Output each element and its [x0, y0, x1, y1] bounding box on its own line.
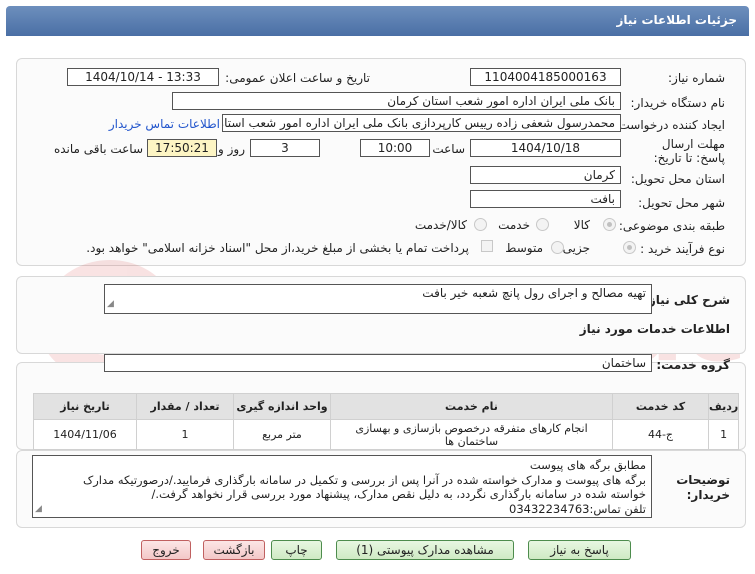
buyer-notes-label: توضیحات خریدار: [676, 473, 730, 502]
notes-line: تلفن تماس:03432234763 [509, 501, 646, 516]
purchase-radio-minor[interactable] [623, 241, 636, 254]
province-label: استان محل تحویل: [630, 172, 725, 186]
days-remaining-field[interactable]: 3 [250, 139, 320, 157]
col-service-name: نام خدمت [330, 393, 613, 420]
cell-row-number: 1 [707, 419, 740, 450]
cell-need-date: 1404/11/06 [33, 419, 137, 450]
city-label: شهر محل تحویل: [638, 196, 725, 210]
notes-line: برگه های پیوست و مدارک خواسته شده در آنر… [82, 472, 646, 487]
creator-label: ایجاد کننده درخواست: [614, 118, 725, 132]
treasury-note: پرداخت تمام یا بخشی از مبلغ خرید،از محل … [86, 241, 469, 255]
buyer-field[interactable]: بانک ملی ایران اداره امور شعب استان کرما… [172, 92, 621, 110]
service-group-label: گروه خدمت: [656, 358, 730, 372]
announce-datetime-field[interactable]: 1404/10/14 - 13:33 [67, 68, 219, 86]
view-attachments-button[interactable]: مشاهده مدارک پیوستی (1) [336, 540, 514, 560]
col-quantity: تعداد / مقدار [136, 393, 234, 420]
purchase-option-medium: متوسط [505, 241, 543, 255]
remaining-time-label: ساعت باقی مانده [53, 142, 143, 156]
cell-service-name: انجام کارهای متفرقه درخصوص بازسازی و بهس… [330, 419, 613, 450]
creator-field[interactable]: محمدرسول شعفی زاده رییس کارپردازی بانک م… [222, 114, 621, 132]
category-option-service: خدمت [498, 218, 530, 232]
back-button[interactable]: بازگشت [203, 540, 265, 560]
print-button[interactable]: چاپ [271, 540, 322, 560]
need-number-label: شماره نیاز: [668, 71, 725, 85]
respond-button[interactable]: پاسخ به نیاز [528, 540, 631, 560]
table-header-row: تاریخ نیاز تعداد / مقدار واحد اندازه گیر… [33, 393, 740, 420]
deadline-time-label: ساعت [432, 142, 465, 156]
province-field[interactable]: کرمان [470, 166, 621, 184]
deadline-label: مهلت ارسال پاسخ: تا تاریخ: [653, 137, 725, 165]
notes-line: مطابق برگه های پیوست [529, 458, 646, 472]
title-bar: جزئیات اطلاعات نیاز [6, 6, 749, 36]
purchase-radio-medium[interactable] [551, 241, 564, 254]
buyer-notes-field[interactable]: مطابق برگه های پیوست برگه های پیوست و مد… [32, 455, 652, 518]
services-table: تاریخ نیاز تعداد / مقدار واحد اندازه گیر… [33, 393, 740, 450]
need-number-field[interactable]: 1104004185000163 [470, 68, 621, 86]
col-service-code: کد خدمت [612, 393, 709, 420]
remaining-time-field[interactable]: 17:50:21 [147, 139, 217, 157]
days-label: روز و [218, 142, 245, 156]
col-need-date: تاریخ نیاز [33, 393, 137, 420]
buyer-contact-link[interactable]: اطلاعات تماس خریدار [109, 117, 220, 131]
purchase-option-minor: جزیی [562, 241, 590, 255]
category-label: طبقه بندی موضوعی: [618, 219, 725, 233]
deadline-date-field[interactable]: 1404/10/18 [470, 139, 621, 157]
announce-label: تاریخ و ساعت اعلان عمومی: [225, 71, 370, 85]
category-radio-goods-service[interactable] [474, 218, 487, 231]
resize-handle-icon[interactable]: ◢ [107, 296, 114, 312]
page-title: جزئیات اطلاعات نیاز [616, 13, 737, 27]
cell-unit: متر مربع [233, 419, 331, 450]
category-option-goods-service: کالا/خدمت [414, 218, 467, 232]
table-row[interactable]: 1404/11/06 1 متر مربع انجام کارهای متفرق… [33, 419, 740, 450]
col-unit: واحد اندازه گیری [233, 393, 331, 420]
description-text: تهیه مصالح و اجرای رول پانچ شعبه خیر باف… [422, 286, 646, 300]
resize-handle-icon[interactable]: ◢ [35, 502, 42, 517]
category-radio-goods[interactable] [603, 218, 616, 231]
cell-service-code: ج-44 [612, 419, 709, 450]
purchase-type-label: نوع فرآیند خرید : [640, 242, 725, 256]
exit-button[interactable]: خروج [141, 540, 191, 560]
description-field[interactable]: تهیه مصالح و اجرای رول پانچ شعبه خیر باف… [104, 284, 652, 314]
category-radio-service[interactable] [536, 218, 549, 231]
deadline-time-field[interactable]: 10:00 [360, 139, 430, 157]
buyer-label: نام دستگاه خریدار: [630, 96, 726, 110]
notes-line: خواسته شده در سامانه بارگذاری نگردد، به … [151, 487, 647, 501]
col-row: ردیف [707, 393, 740, 420]
services-title: اطلاعات خدمات مورد نیاز [579, 322, 730, 336]
treasury-checkbox[interactable] [481, 240, 493, 252]
service-group-field[interactable]: ساختمان [104, 354, 652, 372]
cell-quantity: 1 [136, 419, 234, 450]
city-field[interactable]: بافت [470, 190, 621, 208]
description-label: شرح کلی نیاز: [644, 293, 730, 307]
category-option-goods: کالا [573, 218, 590, 232]
